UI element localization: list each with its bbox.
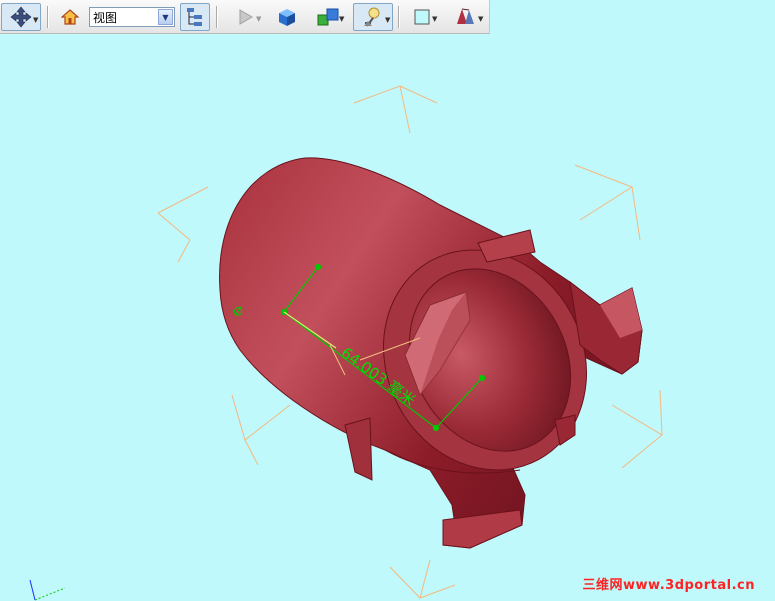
play-button[interactable]: ▼ [226,3,264,31]
section-icon [457,8,474,24]
home-button[interactable] [57,3,83,31]
render-mode-button[interactable] [274,3,300,31]
cylinder-part [219,157,643,549]
cube-icon [279,9,295,26]
tree-icon [187,8,202,26]
model-tree-button[interactable] [180,3,210,31]
navigate-icon [10,6,32,28]
play-icon [239,9,253,25]
toolbar: ▼ 视图 ▼ ▼ ▼ ▼ ▼ ▼ [0,0,490,34]
chevron-down-icon[interactable]: ▼ [158,9,173,25]
view-select[interactable]: 视图 ▼ [89,7,175,27]
view-select-value: 视图 [93,10,118,25]
display-mode-button[interactable]: ▼ [308,3,348,31]
background-color-icon [414,9,430,25]
navigate-button[interactable]: ▼ [1,3,41,31]
model-canvas: 64.003 毫米 ⌀ [29,85,663,601]
background-color-button[interactable]: ▼ [404,3,440,31]
multi-cube-icon [317,8,339,26]
lighting-button[interactable]: ▼ [353,3,393,31]
lighting-icon [364,7,380,27]
watermark: 三维网www.3dportal.cn [582,578,755,593]
section-button[interactable]: ▼ [446,3,486,31]
home-icon [61,9,79,25]
3d-viewport[interactable]: 64.003 毫米 ⌀ 三维网www.3dportal.cn [0,34,775,601]
axis-triad-icon [29,579,66,601]
